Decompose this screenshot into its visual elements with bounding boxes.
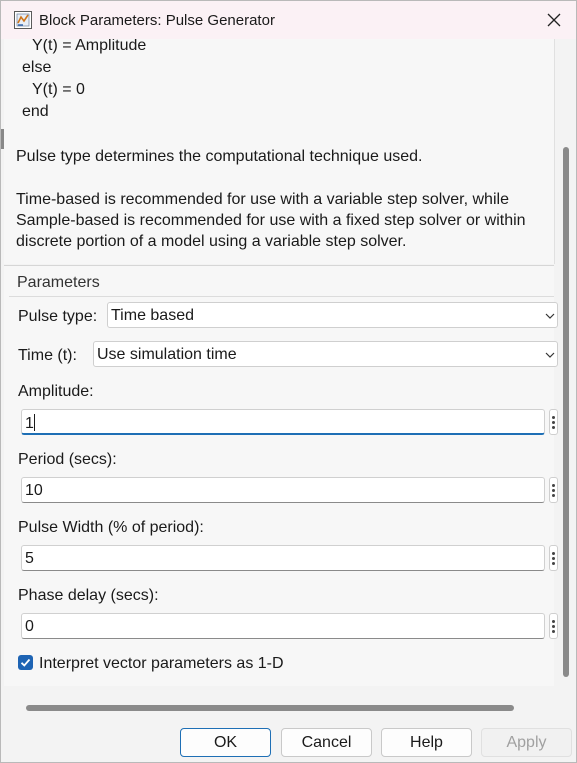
pulse-type-value: Time based bbox=[111, 307, 194, 324]
period-value: 10 bbox=[25, 482, 43, 499]
chevron-down-icon bbox=[545, 352, 555, 358]
period-more-options-button[interactable] bbox=[549, 477, 558, 503]
horizontal-scrollbar-thumb[interactable] bbox=[26, 705, 514, 711]
pulse-width-label: Pulse Width (% of period): bbox=[18, 519, 204, 536]
dialog-content[interactable]: Y(t) = Amplitude else Y(t) = 0 end Pulse… bbox=[2, 39, 563, 691]
amplitude-more-options-button[interactable] bbox=[549, 409, 558, 435]
section-divider bbox=[9, 296, 554, 297]
description-panel: Y(t) = Amplitude else Y(t) = 0 end Pulse… bbox=[4, 39, 555, 264]
time-source-value: Use simulation time bbox=[97, 346, 237, 363]
dialog-window: Block Parameters: Pulse Generator Y(t) =… bbox=[0, 0, 577, 763]
parameters-panel: Parameters Pulse type: Time based Time (… bbox=[4, 265, 558, 686]
close-icon bbox=[547, 13, 560, 27]
close-button[interactable] bbox=[531, 1, 576, 39]
checkmark-icon bbox=[20, 658, 31, 667]
phase-delay-label: Phase delay (secs): bbox=[18, 587, 159, 604]
chevron-down-icon bbox=[545, 313, 555, 319]
code-line-end: end bbox=[22, 103, 49, 120]
apply-button[interactable]: Apply bbox=[481, 728, 572, 757]
simulink-block-icon bbox=[14, 11, 32, 29]
phase-delay-more-options-button[interactable] bbox=[549, 613, 558, 639]
phase-delay-input[interactable]: 0 bbox=[21, 613, 545, 639]
vertical-scrollbar-thumb[interactable] bbox=[563, 147, 569, 677]
cancel-button[interactable]: Cancel bbox=[281, 728, 372, 757]
ok-button[interactable]: OK bbox=[180, 728, 271, 757]
phase-delay-value: 0 bbox=[25, 618, 34, 635]
interpret-vector-checkbox[interactable] bbox=[18, 655, 33, 670]
pulse-type-label: Pulse type: bbox=[18, 308, 98, 325]
code-line-amplitude: Y(t) = Amplitude bbox=[32, 39, 147, 54]
pulse-width-input[interactable]: 5 bbox=[21, 545, 545, 571]
window-title: Block Parameters: Pulse Generator bbox=[39, 12, 275, 29]
time-label: Time (t): bbox=[18, 347, 77, 364]
description-paragraph-pulse-type: Pulse type determines the computational … bbox=[16, 148, 423, 165]
pulse-width-value: 5 bbox=[25, 550, 34, 567]
amplitude-value: 1 bbox=[25, 414, 35, 432]
text-caret bbox=[33, 414, 35, 431]
description-paragraph-solver: Time-based is recommended for use with a… bbox=[16, 191, 526, 250]
period-input[interactable]: 10 bbox=[21, 477, 545, 503]
pulse-type-dropdown[interactable]: Time based bbox=[107, 302, 558, 328]
time-source-dropdown[interactable]: Use simulation time bbox=[93, 341, 558, 367]
code-line-zero: Y(t) = 0 bbox=[32, 81, 85, 98]
parameters-section-label: Parameters bbox=[17, 274, 100, 291]
help-button[interactable]: Help bbox=[381, 728, 472, 757]
amplitude-label: Amplitude: bbox=[18, 383, 94, 400]
pulse-width-more-options-button[interactable] bbox=[549, 545, 558, 571]
interpret-vector-label[interactable]: Interpret vector parameters as 1-D bbox=[39, 655, 284, 673]
amplitude-input[interactable]: 1 bbox=[21, 409, 545, 435]
code-line-else: else bbox=[22, 59, 52, 76]
period-label: Period (secs): bbox=[18, 451, 117, 468]
background-edge-artifact bbox=[1, 129, 4, 149]
title-bar[interactable]: Block Parameters: Pulse Generator bbox=[1, 1, 576, 39]
